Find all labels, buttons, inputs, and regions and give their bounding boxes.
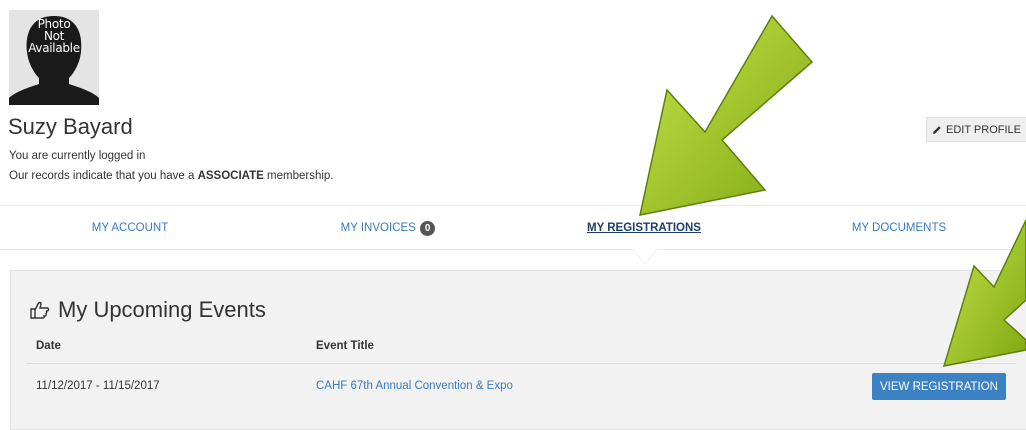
view-registration-button[interactable]: VIEW REGISTRATION [872, 373, 1006, 400]
membership-type: ASSOCIATE [197, 170, 264, 182]
column-header-event-title: Event Title [316, 340, 374, 352]
login-status: You are currently logged in [9, 150, 146, 162]
invoice-count-badge: 0 [419, 220, 436, 236]
tab-my-registrations[interactable]: MY REGISTRATIONS [516, 206, 772, 250]
avatar: Photo Not Available [9, 10, 99, 105]
tab-my-documents[interactable]: MY DOCUMENTS [772, 206, 1026, 250]
edit-profile-button[interactable]: EDIT PROFILE [926, 117, 1026, 142]
tab-my-invoices[interactable]: MY INVOICES 0 [260, 206, 516, 250]
events-panel [10, 270, 1026, 430]
column-header-date: Date [36, 340, 61, 352]
photo-placeholder-text: Photo Not Available [28, 17, 80, 55]
pencil-icon [933, 125, 941, 134]
tab-my-account[interactable]: MY ACCOUNT [0, 206, 260, 250]
table-header-divider [26, 363, 1016, 364]
arrow-pointer-icon [639, 14, 814, 216]
event-date: 11/12/2017 - 11/15/2017 [36, 380, 160, 392]
hand-pointing-right-icon [30, 301, 50, 319]
profile-name: Suzy Bayard [8, 114, 133, 139]
membership-info: Our records indicate that you have a ASS… [9, 170, 334, 182]
active-tab-pointer [633, 249, 657, 263]
profile-tabs: MY ACCOUNT MY INVOICES 0 MY REGISTRATIONS… [0, 205, 1026, 250]
section-title: My Upcoming Events [30, 297, 266, 323]
event-title-link[interactable]: CAHF 67th Annual Convention & Expo [316, 380, 513, 392]
